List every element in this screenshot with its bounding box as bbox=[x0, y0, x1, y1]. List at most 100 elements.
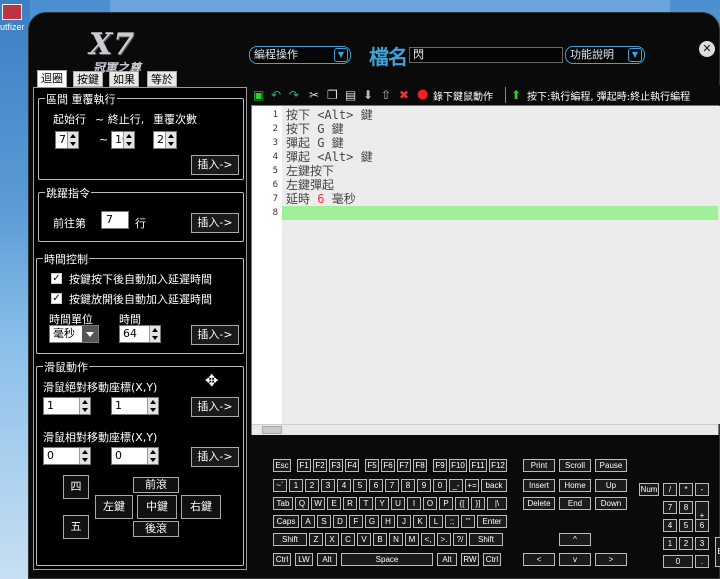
end-line-spinner[interactable]: 10 bbox=[111, 131, 135, 149]
insert-below-icon[interactable]: ⬇ bbox=[363, 87, 373, 103]
key-ctrl[interactable]: Ctrl bbox=[273, 553, 291, 566]
chevron-down-icon[interactable] bbox=[82, 326, 98, 342]
key-enter[interactable]: Enter bbox=[477, 515, 507, 528]
record-icon[interactable]: ● bbox=[417, 87, 428, 103]
key-caps[interactable]: Caps bbox=[273, 515, 299, 528]
key-insert[interactable]: Insert bbox=[523, 479, 555, 492]
key-shift[interactable]: Shift bbox=[469, 533, 503, 546]
key-alt[interactable]: Alt bbox=[437, 553, 457, 566]
key-print[interactable]: Print bbox=[523, 459, 555, 472]
key-l[interactable]: L bbox=[429, 515, 443, 528]
key-symbol[interactable]: <, bbox=[421, 533, 435, 546]
cut-icon[interactable]: ✂ bbox=[309, 87, 319, 103]
key-symbol[interactable]: * bbox=[679, 483, 693, 496]
paste-icon[interactable]: ▤ bbox=[345, 87, 356, 103]
code-line-current[interactable]: 8 bbox=[252, 206, 720, 220]
horizontal-scrollbar[interactable] bbox=[252, 424, 718, 435]
code-line[interactable]: 7 延時 6 毫秒 bbox=[252, 192, 720, 206]
key-1[interactable]: 1 bbox=[289, 479, 303, 492]
run-mode-icon[interactable]: ⬆ bbox=[511, 87, 521, 103]
key-y[interactable]: Y bbox=[375, 497, 389, 510]
key-4[interactable]: 4 bbox=[663, 519, 677, 532]
spinner-arrows-icon[interactable] bbox=[147, 398, 158, 414]
mouse-button-5[interactable]: 五 bbox=[63, 515, 89, 539]
spinner-arrows-icon[interactable] bbox=[67, 132, 78, 148]
key-symbol[interactable]: ^ bbox=[559, 533, 591, 546]
key-f1[interactable]: F1 bbox=[297, 459, 311, 472]
key-symbol[interactable]: :; bbox=[445, 515, 459, 528]
insert-above-icon[interactable]: ⇧ bbox=[381, 87, 391, 103]
goto-line-input[interactable]: 7 bbox=[101, 211, 129, 229]
key-f10[interactable]: F10 bbox=[449, 459, 467, 472]
delete-icon[interactable]: ✖ bbox=[399, 87, 409, 103]
key-space[interactable]: Space bbox=[341, 553, 433, 566]
start-line-spinner[interactable]: 7 bbox=[55, 131, 79, 149]
move-crosshair-icon[interactable]: ✥ bbox=[205, 371, 218, 390]
key-f2[interactable]: F2 bbox=[313, 459, 327, 472]
key-z[interactable]: Z bbox=[309, 533, 323, 546]
repeat-count-spinner[interactable]: 2 bbox=[153, 131, 177, 149]
key-lw[interactable]: LW bbox=[295, 553, 313, 566]
key-t[interactable]: T bbox=[359, 497, 373, 510]
time-insert-button[interactable]: 插入-> bbox=[191, 325, 239, 345]
key-f5[interactable]: F5 bbox=[365, 459, 379, 472]
key-f7[interactable]: F7 bbox=[397, 459, 411, 472]
key-f[interactable]: F bbox=[349, 515, 363, 528]
key-tab[interactable]: Tab bbox=[273, 497, 293, 510]
key-symbol[interactable]: {[ bbox=[455, 497, 469, 510]
mouse-button-4[interactable]: 四 bbox=[63, 475, 89, 499]
scroll-forward-button[interactable]: 前滾 bbox=[133, 477, 179, 493]
rel-y-spinner[interactable]: 0 bbox=[111, 447, 159, 465]
key-2[interactable]: 2 bbox=[679, 537, 693, 550]
key-f8[interactable]: F8 bbox=[413, 459, 427, 472]
run-mode-label[interactable]: 按下:執行編程, 彈起時:終止執行編程 bbox=[527, 88, 690, 103]
key-6[interactable]: 6 bbox=[695, 519, 709, 532]
key-down[interactable]: Down bbox=[595, 497, 627, 510]
key-w[interactable]: W bbox=[311, 497, 325, 510]
filename-input[interactable]: 閃 bbox=[409, 47, 563, 63]
key-q[interactable]: Q bbox=[295, 497, 309, 510]
key-a[interactable]: A bbox=[301, 515, 315, 528]
code-line[interactable]: 5 左鍵按下 bbox=[252, 164, 720, 178]
key-f4[interactable]: F4 bbox=[345, 459, 359, 472]
save-icon[interactable]: ▣ bbox=[253, 87, 264, 103]
record-label[interactable]: 錄下鍵鼠動作 bbox=[433, 88, 493, 103]
undo-icon[interactable]: ↶ bbox=[271, 87, 281, 103]
key-2[interactable]: 2 bbox=[305, 479, 319, 492]
key-num[interactable]: Num bbox=[639, 483, 659, 496]
key-delete[interactable]: Delete bbox=[523, 497, 555, 510]
code-line[interactable]: 4 彈起 <Alt> 鍵 bbox=[252, 150, 720, 164]
key-o[interactable]: O bbox=[423, 497, 437, 510]
auto-delay-press-checkbox[interactable]: ✓ bbox=[51, 273, 62, 284]
key-symbol[interactable]: / bbox=[663, 483, 677, 496]
key-p[interactable]: P bbox=[439, 497, 453, 510]
key-7[interactable]: 7 bbox=[385, 479, 399, 492]
jump-insert-button[interactable]: 插入-> bbox=[191, 213, 239, 233]
key-back[interactable]: back bbox=[481, 479, 507, 492]
key-f11[interactable]: F11 bbox=[469, 459, 487, 472]
spinner-arrows-icon[interactable] bbox=[149, 326, 160, 342]
key-n[interactable]: N bbox=[389, 533, 403, 546]
key-ctrl[interactable]: Ctrl bbox=[483, 553, 501, 566]
key-u[interactable]: U bbox=[391, 497, 405, 510]
key-g[interactable]: G bbox=[365, 515, 379, 528]
key-f9[interactable]: F9 bbox=[433, 459, 447, 472]
code-line[interactable]: 3 彈起 G 鍵 bbox=[252, 136, 720, 150]
script-editor[interactable]: 1 按下 <Alt> 鍵 2 按下 G 鍵 3 彈起 G 鍵 4 彈起 <Alt… bbox=[251, 105, 720, 435]
left-click-button[interactable]: 左鍵 bbox=[95, 495, 133, 519]
spinner-arrows-icon[interactable] bbox=[165, 132, 176, 148]
copy-icon[interactable]: ❐ bbox=[327, 87, 338, 103]
key-0[interactable]: 0 bbox=[663, 555, 693, 568]
loop-insert-button[interactable]: 插入-> bbox=[191, 155, 239, 175]
key-s[interactable]: S bbox=[317, 515, 331, 528]
function-help-select[interactable]: 功能說明 ▼ bbox=[565, 46, 645, 64]
key-f6[interactable]: F6 bbox=[381, 459, 395, 472]
key-5[interactable]: 5 bbox=[353, 479, 367, 492]
key-3[interactable]: 3 bbox=[695, 537, 709, 550]
key-3[interactable]: 3 bbox=[321, 479, 335, 492]
key-r[interactable]: R bbox=[343, 497, 357, 510]
mode-select[interactable]: 編程操作 ▼ bbox=[249, 46, 351, 64]
key-symbol[interactable]: _- bbox=[449, 479, 463, 492]
key-f3[interactable]: F3 bbox=[329, 459, 343, 472]
key-symbol[interactable]: < bbox=[523, 553, 555, 566]
